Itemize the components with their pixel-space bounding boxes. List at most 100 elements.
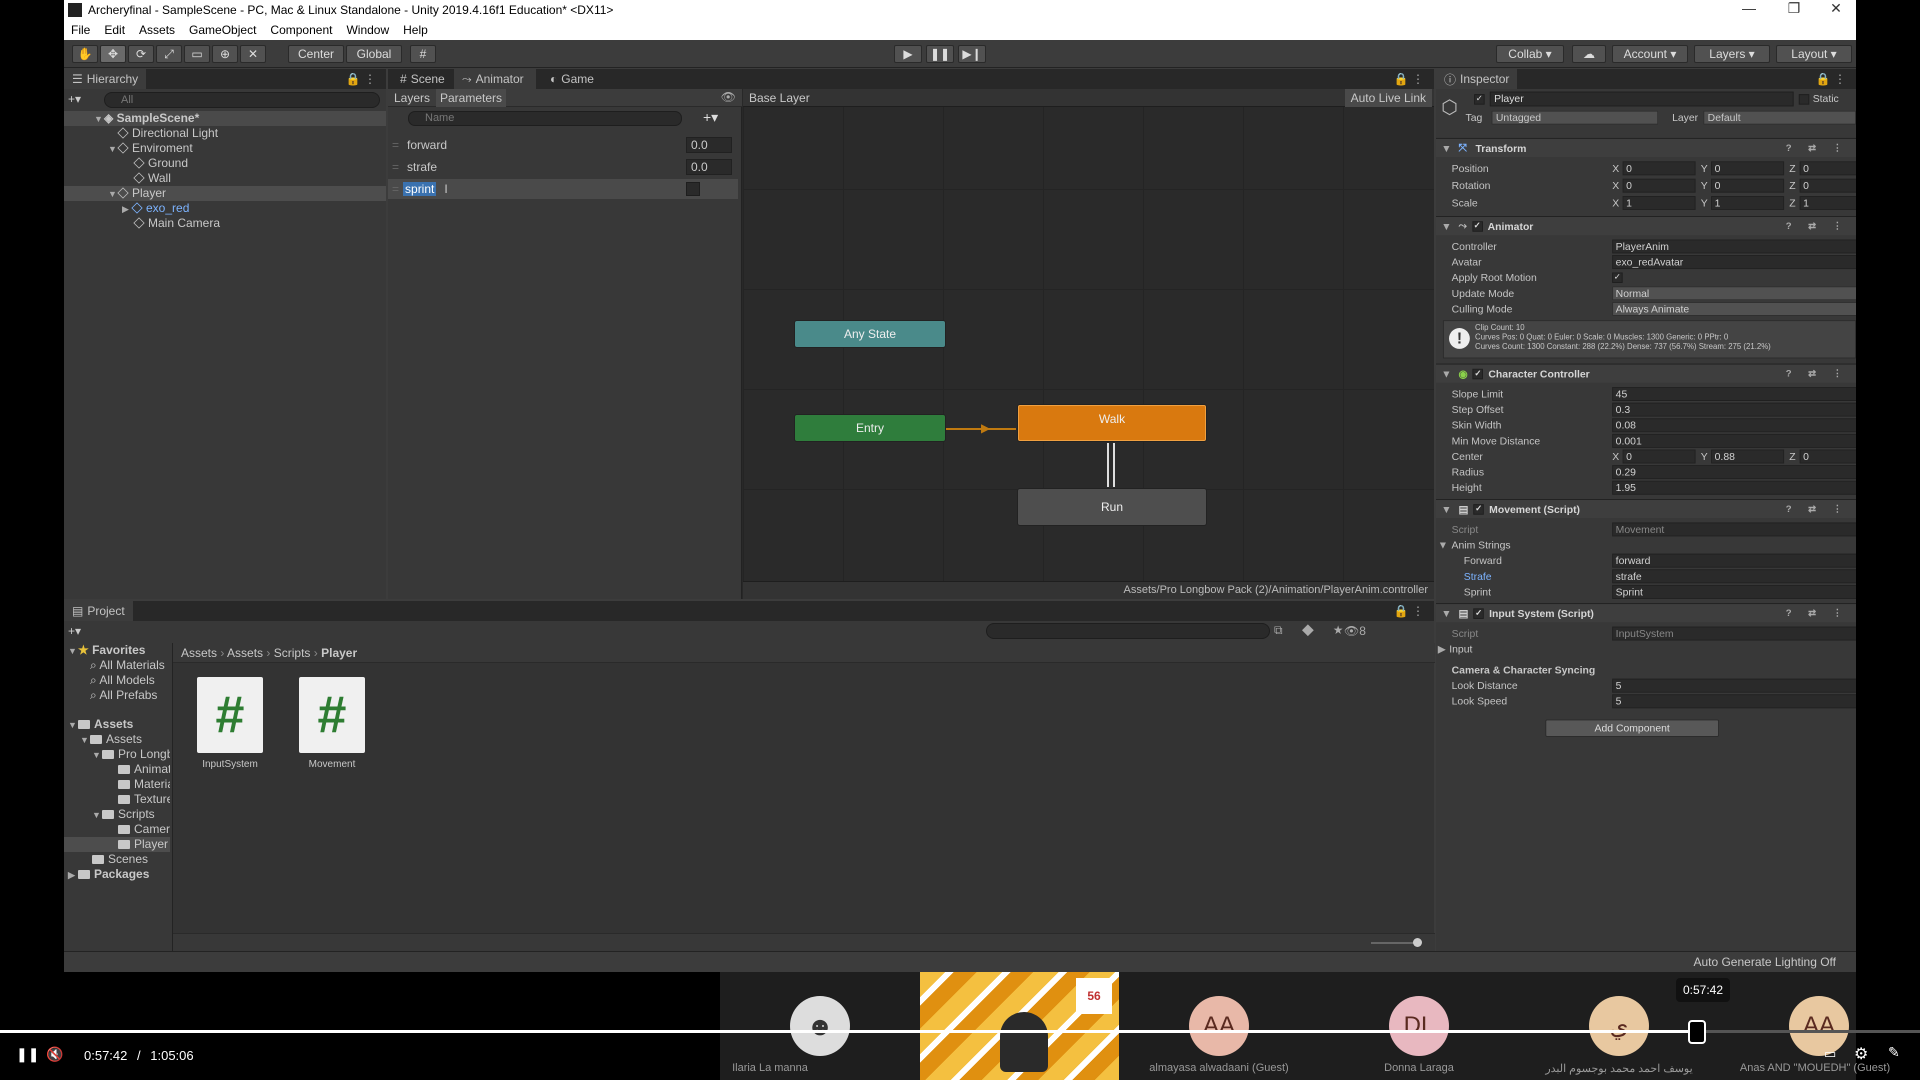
state-run[interactable]: Run	[1018, 489, 1206, 525]
hierarchy-item-player[interactable]: ▼ Player	[64, 186, 386, 201]
avatar-field[interactable]: exo_redAvatar	[1612, 255, 1856, 270]
participant-avatar[interactable]: DL	[1389, 996, 1449, 1056]
animator-component-header[interactable]: ▼ ⤳ ✓ Animator ? ⇄ ⋮	[1436, 216, 1856, 236]
animator-graph[interactable]: Base Layer Auto Live Link Any State Entr…	[743, 89, 1434, 599]
drag-handle-icon[interactable]: =	[392, 138, 399, 152]
position-x-field[interactable]: 0	[1622, 161, 1696, 176]
participant-avatar[interactable]: AA	[1789, 996, 1849, 1056]
skin-width-field[interactable]: 0.08	[1612, 418, 1856, 433]
pivot-global-button[interactable]: Global	[346, 45, 402, 63]
auto-live-link-button[interactable]: Auto Live Link	[1344, 89, 1432, 107]
tab-inspector[interactable]: ⓘ Inspector	[1436, 69, 1518, 89]
component-enabled-checkbox[interactable]: ✓	[1472, 368, 1484, 379]
pause-icon[interactable]: ❚❚	[16, 1046, 39, 1063]
tag-dropdown[interactable]: Untagged	[1491, 110, 1659, 125]
rotation-z-field[interactable]: 0	[1799, 178, 1856, 193]
pin-icon[interactable]: ✎	[1888, 1044, 1900, 1061]
eye-icon[interactable]: 👁	[721, 90, 736, 104]
move-tool-icon[interactable]: ✥	[100, 45, 126, 63]
tree-assets[interactable]: ▼ Assets	[64, 732, 170, 747]
radius-field[interactable]: 0.29	[1612, 465, 1856, 480]
rotation-x-field[interactable]: 0	[1622, 178, 1696, 193]
hierarchy-search-input[interactable]: All	[104, 92, 380, 108]
parameter-row-strafe[interactable]: = strafe 0.0	[388, 157, 738, 177]
layers-dropdown[interactable]: Layers ▾	[1694, 45, 1770, 63]
tree-animations[interactable]: Animations	[64, 762, 170, 777]
rect-tool-icon[interactable]: ▭	[184, 45, 210, 63]
filter-icons[interactable]: ⧉ ◆ ★	[1274, 623, 1351, 638]
root-motion-checkbox[interactable]: ✓	[1612, 272, 1623, 283]
step-button[interactable]: ▶❙	[958, 45, 986, 63]
state-any-state[interactable]: Any State	[795, 321, 945, 347]
panel-menu-icon[interactable]: 🔒 ⋮	[1816, 72, 1846, 86]
transform-header[interactable]: ▼ ⤧ Transform ? ⇄ ⋮	[1436, 137, 1856, 158]
panel-menu-icon[interactable]: 🔒 ⋮	[1394, 604, 1424, 618]
anim-strings-foldout[interactable]: ▼ Anim Strings	[1438, 537, 1837, 553]
add-parameter-button[interactable]: +▾	[703, 109, 718, 126]
parameter-bool-checkbox[interactable]	[686, 182, 700, 196]
add-object-button[interactable]: +▾	[68, 92, 88, 108]
update-mode-dropdown[interactable]: Normal	[1612, 286, 1856, 301]
tree-camera[interactable]: Camera	[64, 822, 170, 837]
tab-scene[interactable]: # Scene	[392, 69, 453, 89]
center-y-field[interactable]: 0.88	[1711, 449, 1785, 464]
asset-inputsystem[interactable]: # InputSystem	[195, 677, 265, 777]
scale-tool-icon[interactable]: ⤢	[156, 45, 182, 63]
video-scrubber-handle[interactable]	[1688, 1020, 1706, 1044]
static-label[interactable]: Static	[1813, 92, 1839, 104]
scale-x-field[interactable]: 1	[1622, 196, 1696, 210]
forward-field[interactable]: forward	[1612, 553, 1856, 568]
account-dropdown[interactable]: Account ▾	[1612, 45, 1688, 63]
close-button[interactable]: ✕	[1816, 0, 1856, 17]
transition-run-walk[interactable]	[1113, 443, 1115, 487]
layer-breadcrumb[interactable]: Base Layer	[749, 91, 810, 105]
culling-mode-dropdown[interactable]: Always Animate	[1612, 301, 1856, 316]
tab-hierarchy[interactable]: ☰ Hierarchy	[64, 69, 147, 89]
character-controller-header[interactable]: ▼ ◉ ✓ Character Controller ? ⇄ ⋮	[1436, 363, 1856, 383]
hierarchy-item-wall[interactable]: Wall	[64, 171, 386, 186]
menu-component[interactable]: Component	[263, 23, 339, 37]
tab-project[interactable]: ▤ Project	[64, 601, 133, 621]
strafe-field[interactable]: strafe	[1612, 569, 1856, 584]
play-button[interactable]: ▶	[894, 45, 922, 63]
layout-dropdown[interactable]: Layout ▾	[1776, 45, 1852, 63]
minimize-button[interactable]: —	[1729, 0, 1769, 16]
zoom-slider-track[interactable]	[1371, 942, 1417, 944]
parameter-search-input[interactable]: Name	[408, 111, 682, 126]
project-search-input[interactable]	[986, 623, 1270, 639]
state-walk[interactable]: Walk	[1018, 405, 1206, 441]
captions-icon[interactable]: ▭	[1824, 1046, 1836, 1062]
tree-all-materials[interactable]: ⌕ All Materials	[64, 658, 170, 673]
hierarchy-item-scene[interactable]: ▼◈ SampleScene*	[64, 111, 386, 126]
transform-tool-icon[interactable]: ⊕	[212, 45, 238, 63]
menu-help[interactable]: Help	[396, 23, 435, 37]
tab-animator[interactable]: ⤳ Animator	[454, 69, 536, 89]
hierarchy-item-enviroment[interactable]: ▼ Enviroment	[64, 141, 386, 156]
min-move-field[interactable]: 0.001	[1612, 433, 1856, 448]
position-y-field[interactable]: 0	[1711, 161, 1785, 176]
menu-file[interactable]: File	[64, 23, 97, 37]
active-checkbox[interactable]: ✓	[1474, 94, 1485, 105]
component-menu-icon[interactable]: ? ⇄ ⋮	[1786, 608, 1849, 618]
tree-all-prefabs[interactable]: ⌕ All Prefabs	[64, 688, 170, 703]
state-entry[interactable]: Entry	[795, 415, 945, 441]
parameter-value-field[interactable]: 0.0	[686, 159, 732, 175]
breadcrumb-item[interactable]: Player	[321, 646, 357, 660]
participant-avatar[interactable]: AA	[1189, 996, 1249, 1056]
hand-tool-icon[interactable]: ✋	[72, 45, 98, 63]
pivot-center-button[interactable]: Center	[288, 45, 344, 63]
scale-y-field[interactable]: 1	[1711, 196, 1785, 210]
hierarchy-item-ground[interactable]: Ground	[64, 156, 386, 171]
parameter-row-forward[interactable]: = forward 0.0	[388, 135, 738, 155]
hidden-count-badge[interactable]: 👁8	[1344, 624, 1366, 638]
static-checkbox[interactable]	[1798, 94, 1810, 105]
breadcrumb-item[interactable]: Scripts	[274, 646, 311, 660]
maximize-button[interactable]: ❐	[1774, 0, 1814, 17]
center-x-field[interactable]: 0	[1622, 449, 1696, 464]
tree-all-models[interactable]: ⌕ All Models	[64, 673, 170, 688]
participant-avatar-photo[interactable]: ☻	[790, 996, 850, 1056]
tree-scripts[interactable]: ▼ Scripts	[64, 807, 170, 822]
center-z-field[interactable]: 0	[1799, 449, 1856, 464]
create-asset-button[interactable]: +▾	[68, 624, 81, 638]
tree-textures[interactable]: Textures	[64, 792, 170, 807]
